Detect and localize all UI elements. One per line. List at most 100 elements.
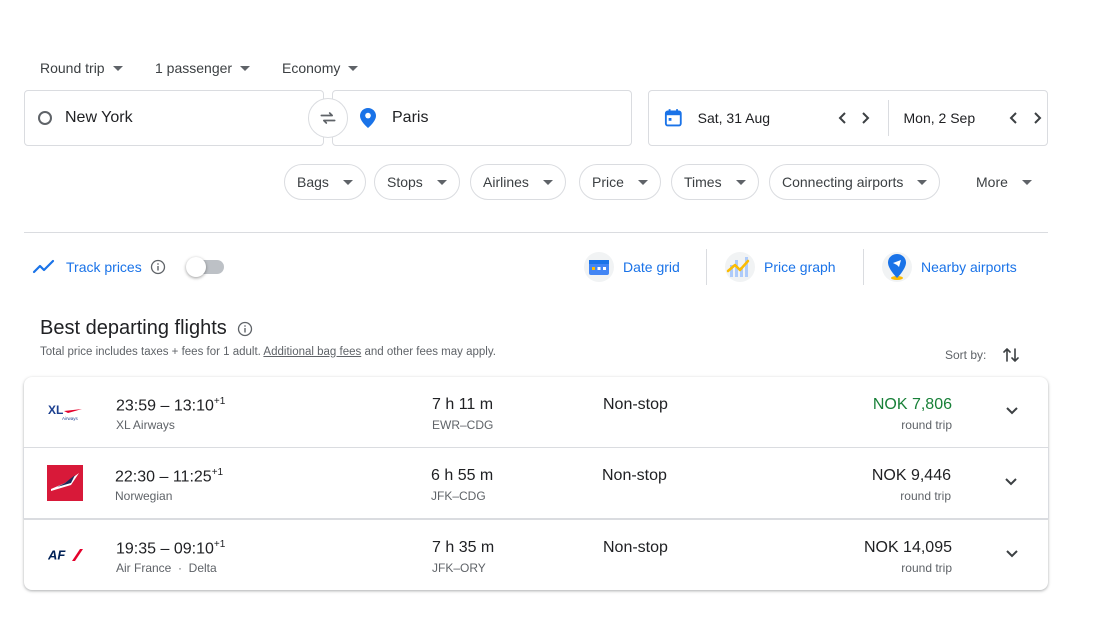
chevron-right-icon [862, 112, 870, 124]
flight-route: JFK–ORY [432, 561, 486, 575]
flight-results-list: XL Airways 23:59 – 13:10+1 XL Airways 7 … [23, 377, 1049, 590]
expand-button[interactable] [1000, 542, 1024, 566]
filter-label: Stops [387, 174, 423, 190]
passenger-label: 1 passenger [155, 60, 233, 76]
results-title: Best departing flights [40, 317, 253, 340]
toggle-knob [185, 257, 206, 277]
caret-down-icon [112, 65, 123, 71]
return-next-button[interactable] [1027, 107, 1047, 129]
filter-label: Connecting airports [782, 174, 904, 190]
nearby-airports-button[interactable]: Nearby airports [881, 248, 1017, 286]
calendar-icon [664, 109, 682, 127]
svg-text:Airways: Airways [62, 416, 79, 421]
flight-duration: 7 h 35 m [432, 539, 495, 556]
arrive-time: 11:25 [172, 468, 212, 486]
filter-more[interactable]: More [964, 164, 1044, 200]
price-type: round trip [900, 489, 951, 503]
caret-down-icon [735, 179, 746, 185]
filter-label: Bags [297, 174, 329, 190]
results-subtitle: Total price includes taxes + fees for 1 … [40, 346, 496, 358]
return-prev-button[interactable] [1004, 107, 1024, 129]
depart-time: 23:59 [116, 397, 157, 415]
flight-duration: 7 h 11 m [432, 396, 494, 413]
trip-type-label: Round trip [40, 60, 105, 76]
chevron-left-icon [1009, 112, 1018, 124]
caret-down-icon [637, 179, 648, 185]
nearby-airports-label: Nearby airports [921, 259, 1017, 275]
caret-down-icon [1021, 179, 1032, 185]
filter-times[interactable]: Times [671, 164, 759, 200]
filter-stops[interactable]: Stops [374, 164, 460, 200]
depart-next-button[interactable] [855, 107, 875, 129]
caret-down-icon [240, 65, 251, 71]
flight-row[interactable]: XL Airways 23:59 – 13:10+1 XL Airways 7 … [24, 377, 1048, 448]
flight-route: EWR–CDG [432, 418, 494, 432]
filter-price[interactable]: Price [579, 164, 661, 200]
filter-label: Price [592, 174, 624, 190]
track-prices-toggle[interactable] [185, 257, 224, 277]
airline-name: Norwegian [115, 489, 173, 503]
destination-field[interactable]: Paris [332, 90, 632, 146]
filter-bags[interactable]: Bags [284, 164, 366, 200]
xl-airways-logo: XL Airways [48, 394, 84, 430]
price-type: round trip [901, 418, 952, 432]
sort-icon [1003, 348, 1020, 362]
flight-stops: Non-stop [603, 539, 668, 556]
section-divider [24, 232, 1048, 233]
filter-connecting-airports[interactable]: Connecting airports [769, 164, 941, 200]
day-offset: +1 [211, 467, 224, 478]
flight-price: NOK 14,095 [863, 539, 952, 556]
track-prices: Track prices [32, 248, 224, 286]
chevron-down-icon [1006, 407, 1018, 415]
cabin-label: Economy [282, 60, 341, 76]
flight-stops: Non-stop [603, 396, 668, 413]
filter-label: Airlines [483, 174, 529, 190]
sort-control[interactable]: Sort by: [945, 346, 1020, 364]
origin-field[interactable]: New York [24, 90, 324, 146]
passenger-select[interactable]: 1 passenger [155, 58, 251, 78]
svg-text:AF: AF [48, 548, 66, 562]
destination-value: Paris [392, 109, 429, 126]
swap-button[interactable] [308, 98, 348, 138]
price-type: round trip [901, 561, 952, 575]
info-icon[interactable] [237, 321, 253, 337]
date-separator [887, 100, 889, 136]
expand-button[interactable] [999, 470, 1023, 494]
day-offset: +1 [213, 396, 226, 407]
arrive-time: 13:10 [173, 397, 214, 415]
cabin-select[interactable]: Economy [282, 58, 359, 78]
flight-duration: 6 h 55 m [431, 467, 494, 484]
svg-text:XL: XL [48, 403, 63, 417]
flight-row[interactable]: 22:30 – 11:25+1 Norwegian 6 h 55 m JFK–C… [23, 447, 1049, 519]
caret-down-icon [917, 179, 928, 185]
info-icon[interactable] [150, 259, 166, 275]
airline-name: Air France · Delta [116, 561, 217, 575]
origin-value: New York [65, 109, 133, 126]
chevron-down-icon [1005, 478, 1017, 486]
flight-price: NOK 7,806 [872, 396, 952, 413]
flight-price: NOK 9,446 [871, 467, 951, 484]
depart-date[interactable]: Sat, 31 Aug [698, 110, 833, 126]
filter-airlines[interactable]: Airlines [470, 164, 566, 200]
trip-type-select[interactable]: Round trip [40, 58, 123, 78]
return-date[interactable]: Mon, 2 Sep [904, 110, 1005, 126]
date-field[interactable]: Sat, 31 Aug Mon, 2 Sep [648, 90, 1048, 146]
bag-fees-link[interactable]: Additional bag fees [263, 346, 361, 358]
norwegian-logo [47, 465, 83, 501]
price-graph-button[interactable]: Price graph [724, 248, 836, 286]
expand-button[interactable] [1000, 399, 1024, 423]
date-grid-icon [584, 252, 614, 282]
day-offset: +1 [213, 539, 226, 550]
flight-row[interactable]: AF 19:35 – 09:10+1 Air France · Delta 7 … [24, 519, 1048, 590]
caret-down-icon [542, 179, 553, 185]
arrive-time: 09:10 [173, 540, 214, 558]
depart-prev-button[interactable] [833, 107, 853, 129]
flight-times: 23:59 – 13:10+1 [116, 396, 226, 415]
date-grid-button[interactable]: Date grid [583, 248, 680, 286]
swap-icon [320, 112, 336, 124]
chevron-right-icon [1034, 112, 1042, 124]
filter-label: More [976, 174, 1008, 190]
caret-down-icon [342, 179, 353, 185]
depart-time: 19:35 [116, 540, 157, 558]
flight-stops: Non-stop [602, 467, 667, 484]
